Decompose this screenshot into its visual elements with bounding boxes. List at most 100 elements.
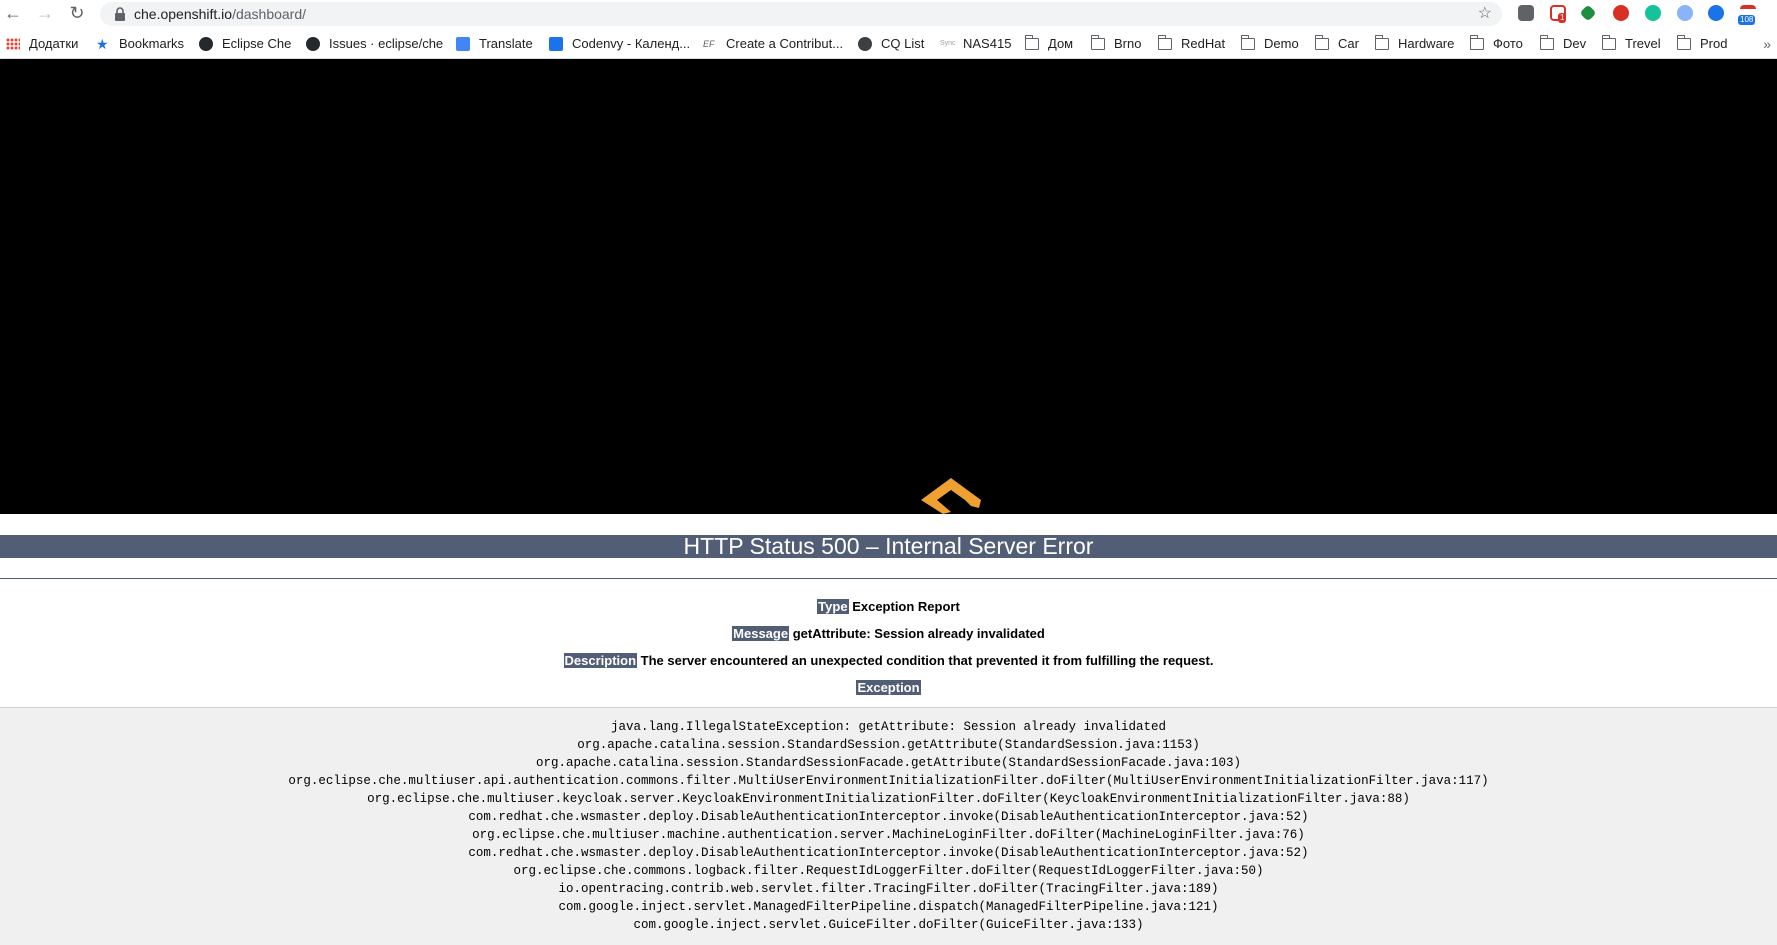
password-extension-icon[interactable] <box>1518 5 1534 21</box>
forward-arrow-icon[interactable]: → <box>34 2 56 24</box>
calendar-icon <box>549 37 563 51</box>
bookmark-label: Фото <box>1493 36 1523 51</box>
bookmark-label: NAS415 <box>963 36 1012 51</box>
url-host: che.openshift.io <box>134 6 233 22</box>
error-exception-heading: Exception <box>0 679 1777 697</box>
github-icon <box>306 37 320 51</box>
address-bar[interactable]: che.openshift.io/dashboard/ ☆ <box>100 2 1502 26</box>
stack-trace-line: org.eclipse.che.multiuser.keycloak.serve… <box>367 792 1410 806</box>
bookmark-folder-demo[interactable]: Demo <box>1240 30 1299 58</box>
stack-trace-line: java.lang.IllegalStateException: getAttr… <box>610 720 1167 734</box>
back-arrow-icon[interactable]: ← <box>2 2 24 24</box>
stack-trace: java.lang.IllegalStateException: getAttr… <box>0 718 1777 934</box>
bookmark-label: Додатки <box>29 36 79 51</box>
stack-trace-line: io.opentracing.contrib.web.servlet.filte… <box>558 882 1219 896</box>
translate-icon <box>456 37 470 51</box>
stack-trace-line: org.apache.catalina.session.StandardSess… <box>577 738 1200 752</box>
folder-icon <box>1469 35 1484 50</box>
bookmark-apps[interactable]: Додатки <box>6 30 78 58</box>
description-value: The server encountered an unexpected con… <box>640 653 1214 668</box>
error-message: Message getAttribute: Session already in… <box>0 625 1777 643</box>
bookmark-label: Дом <box>1048 36 1074 51</box>
bookmark-label: CQ List <box>881 36 925 51</box>
error-description: Description The server encountered an un… <box>0 652 1777 670</box>
type-value: Exception Report <box>852 599 960 614</box>
stack-trace-line: org.eclipse.che.commons.logback.filter.R… <box>513 864 1264 878</box>
bookmark-label: Hardware <box>1398 36 1455 51</box>
folder-icon <box>1240 35 1255 50</box>
bookmark-label: Issues · eclipse/che <box>329 36 444 51</box>
bookmark-create-contribution[interactable]: EF Create a Contribut... <box>703 30 843 58</box>
folder-icon <box>1374 35 1389 50</box>
star-icon: ★ <box>96 36 109 52</box>
bookmark-label: Brno <box>1114 36 1142 51</box>
bookmark-folder-dev[interactable]: Dev <box>1539 30 1587 58</box>
bookmark-label: Car <box>1338 36 1359 51</box>
folder-icon <box>1676 35 1691 50</box>
message-label: Message <box>732 626 790 641</box>
bookmark-folder-hardware[interactable]: Hardware <box>1374 30 1455 58</box>
folder-icon <box>1314 35 1329 50</box>
loading-backdrop <box>0 59 1777 514</box>
bookmark-label: Dev <box>1563 36 1587 51</box>
lock-icon <box>115 7 125 21</box>
folder-icon <box>1090 35 1105 50</box>
bookmark-folder-foto[interactable]: Фото <box>1469 30 1523 58</box>
bookmark-folder-redhat[interactable]: RedHat <box>1157 30 1226 58</box>
stack-trace-line: org.eclipse.che.multiuser.api.authentica… <box>288 774 1489 788</box>
green-diamond-extension-icon[interactable] <box>1579 4 1597 22</box>
bookmark-label: Prod <box>1700 36 1728 51</box>
github-icon <box>199 37 213 51</box>
stack-trace-line: com.google.inject.servlet.ManagedFilterP… <box>558 900 1219 914</box>
calendar-badge: 108 <box>1738 15 1756 25</box>
bookmark-label: Trevel <box>1625 36 1661 51</box>
bookmark-folder-prod[interactable]: Prod <box>1676 30 1728 58</box>
che-loader-logo-icon <box>921 478 981 514</box>
url-text: che.openshift.io/dashboard/ <box>134 2 306 26</box>
bookmark-folder-car[interactable]: Car <box>1314 30 1359 58</box>
folder-icon <box>1157 35 1172 50</box>
bookmark-issues[interactable]: Issues · eclipse/che <box>306 30 443 58</box>
stack-trace-panel: java.lang.IllegalStateException: getAttr… <box>0 707 1777 945</box>
bookmark-folder-dom[interactable]: Дом <box>1024 30 1074 58</box>
bookmark-folder-brno[interactable]: Brno <box>1090 30 1142 58</box>
bookmark-label: Translate <box>479 36 533 51</box>
message-value: getAttribute: Session already invalidate… <box>792 626 1045 641</box>
browser-toolbar: ← → ↻ che.openshift.io/dashboard/ ☆ 1 10… <box>0 0 1777 28</box>
bookmark-star-icon[interactable]: ☆ <box>1478 2 1492 26</box>
ef-icon: EF <box>703 39 715 49</box>
bookmark-label: Demo <box>1264 36 1299 51</box>
stack-trace-line: org.apache.catalina.session.StandardSess… <box>535 756 1242 770</box>
bookmarks-bar: Додатки ★ Bookmarks Eclipse Che Issues ·… <box>0 30 1777 59</box>
calendar-extension-icon[interactable]: 108 <box>1738 5 1756 25</box>
stack-trace-line: com.google.inject.servlet.GuiceFilter.do… <box>633 918 1144 932</box>
exception-label: Exception <box>856 680 921 695</box>
stack-trace-line: org.eclipse.che.multiuser.machine.authen… <box>472 828 1305 842</box>
bookmark-eclipse-che[interactable]: Eclipse Che <box>199 30 291 58</box>
bookmark-label: Bookmarks <box>119 36 185 51</box>
bookmark-label: Eclipse Che <box>222 36 292 51</box>
bookmark-nas415[interactable]: Sync NAS415 <box>940 30 1011 58</box>
bookmark-cq-list[interactable]: CQ List <box>858 30 924 58</box>
gmail-extension-icon[interactable]: 1 <box>1550 5 1567 23</box>
chat-extension-icon[interactable] <box>1708 5 1724 21</box>
folder-icon <box>1601 35 1616 50</box>
bookmark-folder-trevel[interactable]: Trevel <box>1601 30 1661 58</box>
url-path: /dashboard/ <box>232 6 307 22</box>
folder-icon <box>1539 35 1554 50</box>
apps-icon <box>6 38 20 50</box>
stop-extension-icon[interactable] <box>1613 5 1629 21</box>
bookmark-bookmarks[interactable]: ★ Bookmarks <box>96 30 184 58</box>
bookmark-label: Create a Contribut... <box>726 36 844 51</box>
sync-icon: Sync <box>940 40 956 47</box>
bookmark-translate[interactable]: Translate <box>456 30 533 58</box>
bookmark-label: RedHat <box>1181 36 1226 51</box>
more-bookmarks-button[interactable]: » <box>1763 30 1771 58</box>
info-extension-icon[interactable] <box>1677 5 1693 21</box>
stack-trace-line: com.redhat.che.wsmaster.deploy.DisableAu… <box>468 846 1309 860</box>
description-label: Description <box>563 653 638 668</box>
grammarly-extension-icon[interactable] <box>1645 5 1661 21</box>
gmail-badge: 1 <box>1558 13 1567 23</box>
reload-icon[interactable]: ↻ <box>66 2 88 24</box>
bookmark-codenvy-calendar[interactable]: Codenvy - Календ... <box>549 30 690 58</box>
